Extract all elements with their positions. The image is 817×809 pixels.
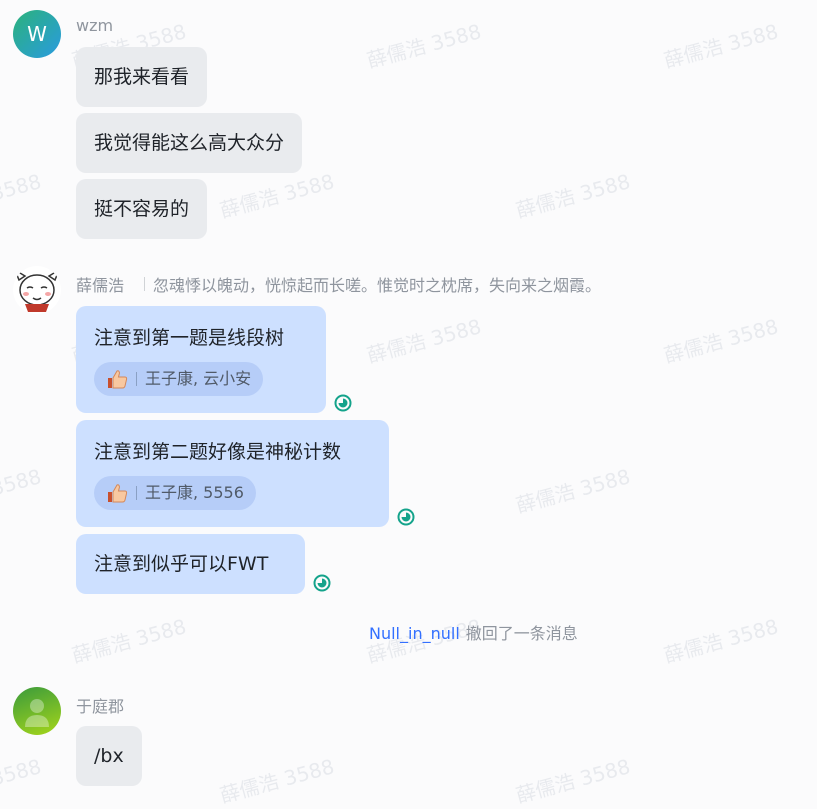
watermark: 薛儒浩 3588 — [513, 169, 633, 223]
reaction-users: 王子康, 云小安 — [145, 368, 252, 388]
divider — [136, 485, 137, 500]
message-text: /bx — [94, 745, 124, 767]
reaction-chip[interactable]: 王子康, 云小安 — [94, 361, 264, 396]
watermark: 薛儒浩 3588 — [217, 754, 337, 808]
watermark: 薛儒浩 3588 — [69, 614, 189, 668]
watermark: 薛儒浩 3588 — [364, 314, 484, 368]
watermark: 薛儒浩 3588 — [513, 754, 633, 808]
sender-name[interactable]: wzm — [76, 16, 113, 35]
watermark: 薛儒浩 3588 — [0, 169, 44, 223]
watermark: 薛儒浩 3588 — [0, 754, 44, 808]
message-bubble[interactable]: 那我来看看 — [76, 47, 208, 107]
watermark: 薛儒浩 3588 — [364, 19, 484, 73]
divider — [136, 371, 137, 386]
message-bubble[interactable]: 注意到似乎可以FWT — [76, 534, 305, 594]
recall-notice: Null_in_null 撤回了一条消息 — [369, 620, 578, 644]
message-text: 注意到第二题好像是神秘计数 — [94, 440, 342, 463]
reaction-users: 王子康, 5556 — [145, 482, 244, 502]
watermark: 薛儒浩 3588 — [661, 19, 781, 73]
message-bubble[interactable]: 注意到第一题是线段树 王子康, 云小安 — [76, 306, 326, 413]
sender-signature: 忽魂悸以魄动，恍惊起而长嗟。惟觉时之枕席，失向来之烟霞。 — [144, 272, 601, 296]
message-text: 注意到似乎可以FWT — [94, 553, 269, 575]
watermark: 薛儒浩 3588 — [513, 464, 633, 518]
thumbs-up-icon — [108, 369, 128, 388]
read-status-icon[interactable] — [397, 508, 415, 526]
thumbs-up-icon — [108, 483, 128, 502]
sender-name[interactable]: 薛儒浩 — [76, 272, 124, 296]
message-bubble[interactable]: /bx — [76, 726, 142, 786]
watermark: 薛儒浩 3588 — [661, 314, 781, 368]
message-text: 我觉得能这么高大众分 — [94, 132, 285, 154]
message-bubble[interactable]: 挺不容易的 — [76, 179, 208, 239]
message-text: 注意到第一题是线段树 — [94, 326, 285, 349]
divider — [144, 277, 145, 291]
avatar[interactable]: W — [13, 10, 61, 58]
message-bubble[interactable]: 我觉得能这么高大众分 — [76, 113, 303, 173]
recall-text: 撤回了一条消息 — [465, 624, 578, 643]
avatar-letter: W — [27, 22, 47, 46]
watermark: 薛儒浩 3588 — [0, 464, 44, 518]
watermark: 薛儒浩 3588 — [217, 169, 337, 223]
sender-name[interactable]: 于庭郡 — [76, 693, 124, 717]
avatar[interactable] — [13, 687, 61, 735]
reaction-chip[interactable]: 王子康, 5556 — [94, 475, 256, 510]
message-text: 那我来看看 — [94, 66, 190, 88]
watermark: 薛儒浩 3588 — [661, 614, 781, 668]
message-bubble[interactable]: 注意到第二题好像是神秘计数 王子康, 5556 — [76, 420, 389, 527]
message-text: 挺不容易的 — [94, 198, 190, 220]
recall-user-link[interactable]: Null_in_null — [369, 624, 460, 643]
signature-text: 忽魂悸以魄动，恍惊起而长嗟。惟觉时之枕席，失向来之烟霞。 — [153, 276, 602, 295]
avatar[interactable] — [13, 266, 61, 314]
read-status-icon[interactable] — [334, 394, 352, 412]
user-silhouette-icon — [25, 699, 49, 727]
read-status-icon[interactable] — [313, 574, 331, 592]
